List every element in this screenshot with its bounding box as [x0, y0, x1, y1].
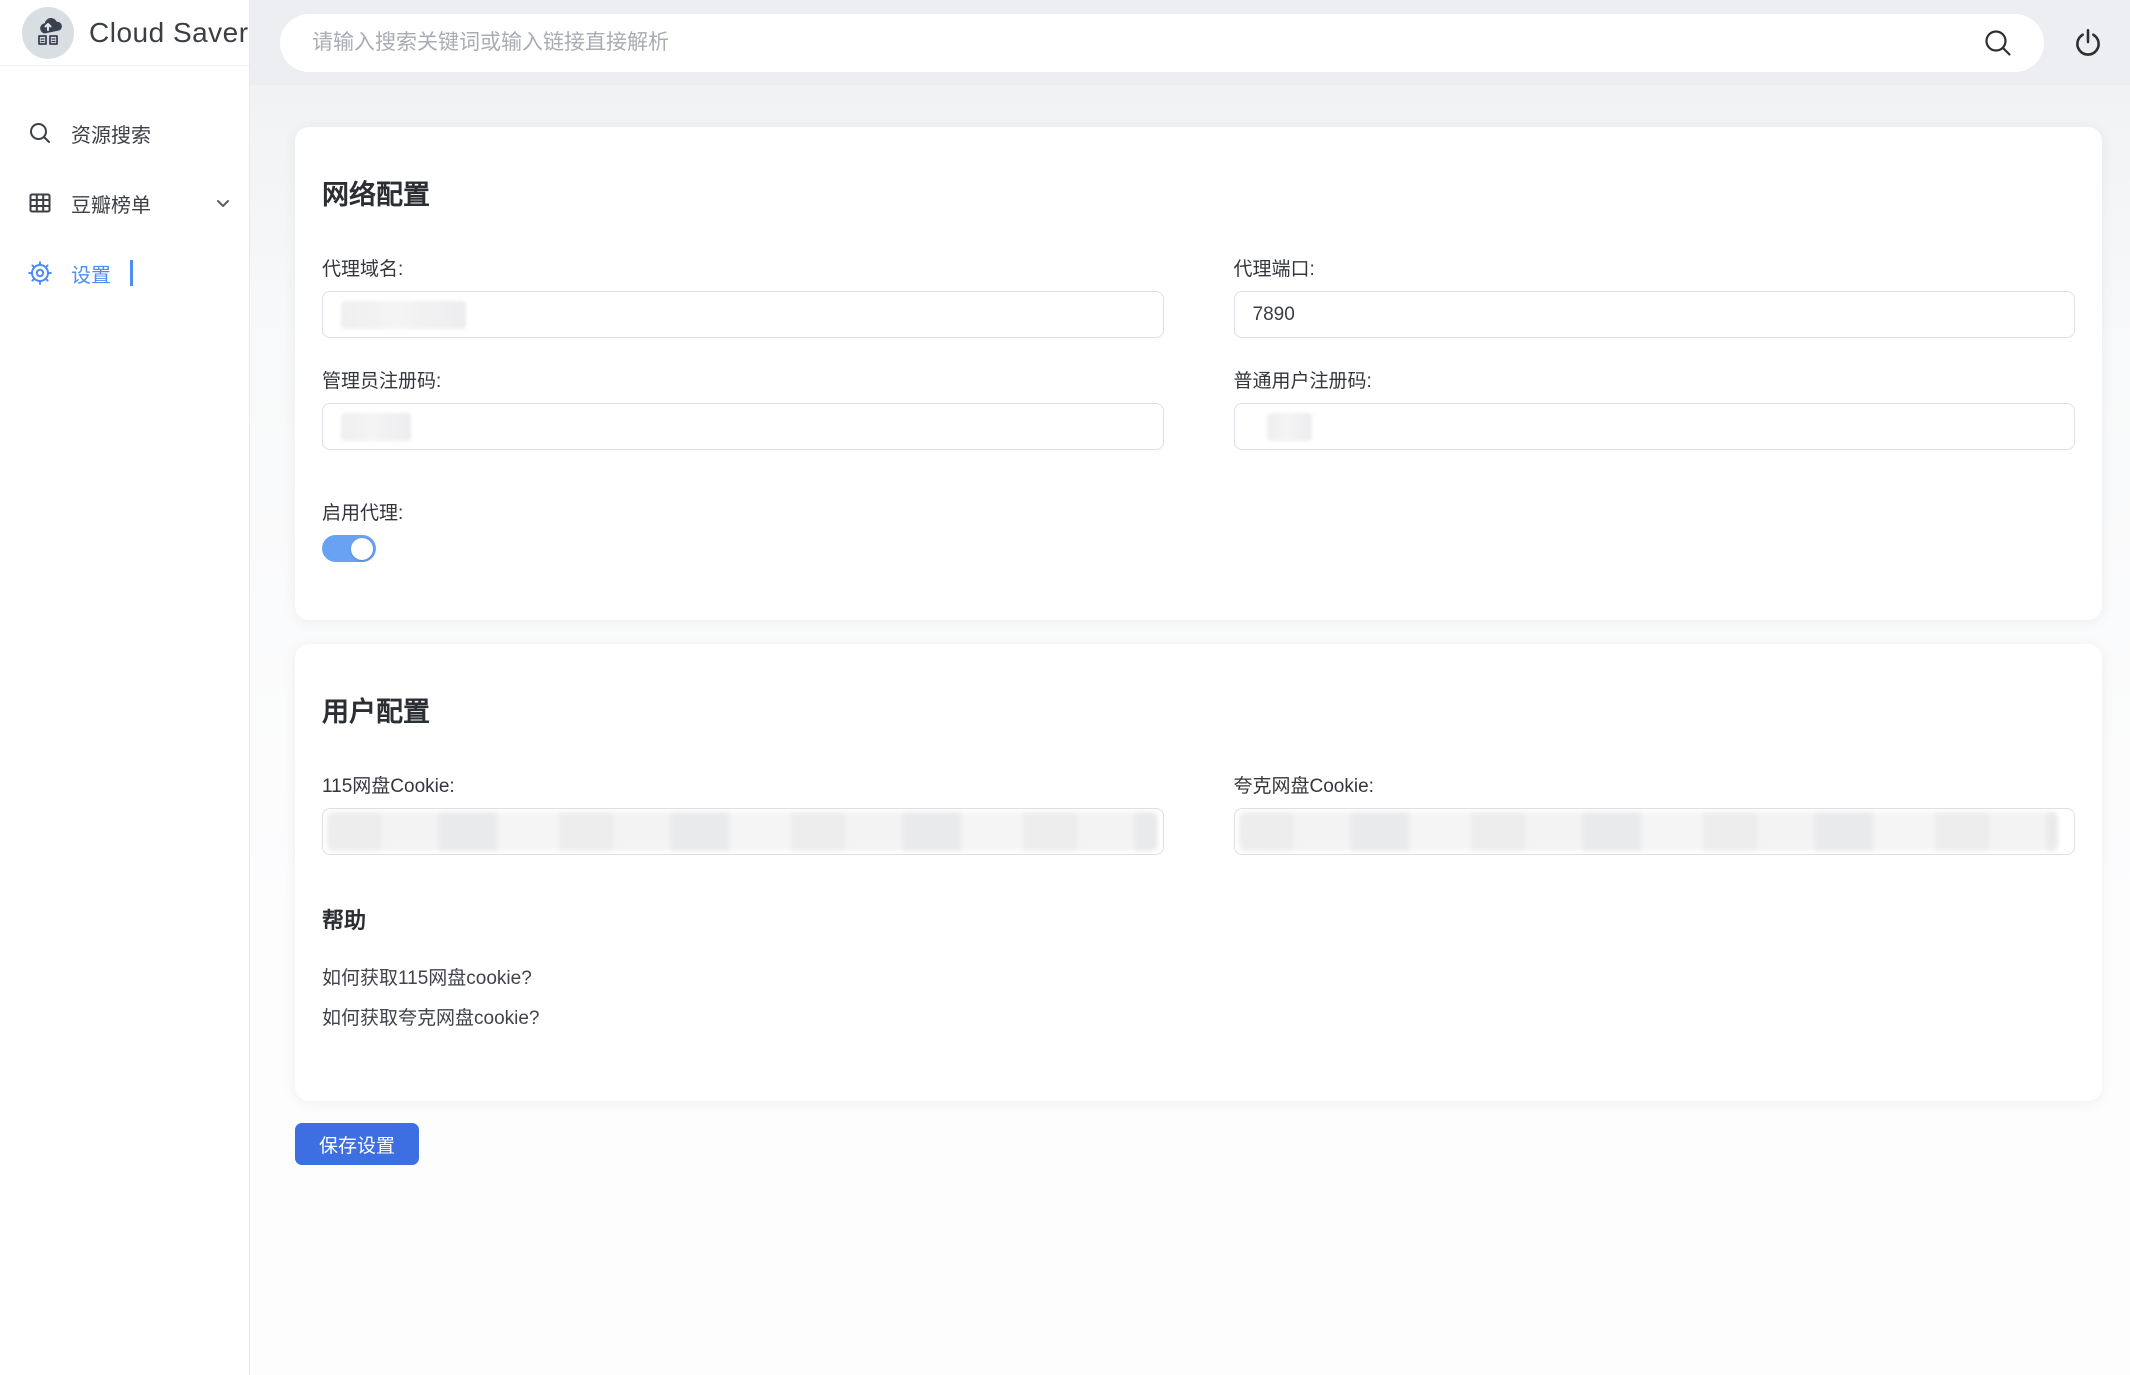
- cloud-saver-logo-icon: [22, 7, 74, 59]
- sidebar: Cloud Saver 资源搜索 豆瓣榜单: [0, 0, 250, 1375]
- proxy-domain-label: 代理域名:: [322, 254, 1164, 281]
- sidebar-item-label: 设置: [71, 259, 111, 288]
- masked-value: [1267, 413, 1312, 441]
- app-title: Cloud Saver: [89, 17, 249, 49]
- toggle-knob: [351, 538, 373, 560]
- admin-code-input[interactable]: [322, 403, 1164, 450]
- cookie-quark-label: 夸克网盘Cookie:: [1234, 771, 2076, 798]
- user-code-field: 普通用户注册码:: [1234, 366, 2076, 450]
- masked-value: [327, 812, 1158, 851]
- save-settings-button[interactable]: 保存设置: [295, 1123, 419, 1165]
- gear-icon: [27, 260, 53, 286]
- section-title-user: 用户配置: [322, 690, 2075, 729]
- help-title: 帮助: [322, 903, 2075, 935]
- masked-value: [1239, 812, 2059, 851]
- masked-value: [341, 413, 411, 441]
- cookie-quark-field: 夸克网盘Cookie:: [1234, 771, 2076, 855]
- enable-proxy-toggle[interactable]: [322, 535, 376, 562]
- cookie-115-input[interactable]: [322, 808, 1164, 855]
- help-link-115-cookie[interactable]: 如何获取115网盘cookie?: [322, 963, 532, 990]
- settings-page: 网络配置 代理域名: 代理端口: 管理员注册码:: [250, 85, 2130, 1375]
- cookie-quark-input[interactable]: [1234, 808, 2076, 855]
- proxy-port-input[interactable]: [1234, 291, 2076, 338]
- proxy-domain-input[interactable]: [322, 291, 1164, 338]
- main-area: 网络配置 代理域名: 代理端口: 管理员注册码:: [250, 0, 2130, 1375]
- grid-icon: [27, 190, 53, 216]
- sidebar-item-resource-search[interactable]: 资源搜索: [0, 98, 249, 168]
- admin-code-field: 管理员注册码:: [322, 366, 1164, 450]
- cookie-115-label: 115网盘Cookie:: [322, 771, 1164, 798]
- app-window: Cloud Saver 资源搜索 豆瓣榜单: [0, 0, 2130, 1375]
- user-code-label: 普通用户注册码:: [1234, 366, 2076, 393]
- topbar: [250, 0, 2130, 85]
- cookie-115-field: 115网盘Cookie:: [322, 771, 1164, 855]
- search-bar: [280, 14, 2044, 72]
- sidebar-item-douban-charts[interactable]: 豆瓣榜单: [0, 168, 249, 238]
- admin-code-label: 管理员注册码:: [322, 366, 1164, 393]
- user-config-card: 用户配置 115网盘Cookie: 夸克网盘Cookie:: [295, 644, 2102, 1101]
- help-link-quark-cookie[interactable]: 如何获取夸克网盘cookie?: [322, 1003, 540, 1030]
- sidebar-item-label: 资源搜索: [71, 119, 151, 148]
- section-title-network: 网络配置: [322, 173, 2075, 212]
- power-icon[interactable]: [2064, 19, 2112, 67]
- masked-value: [341, 301, 466, 329]
- search-icon[interactable]: [1974, 19, 2022, 67]
- enable-proxy-label: 启用代理:: [322, 498, 2075, 525]
- sidebar-item-label: 豆瓣榜单: [71, 189, 151, 218]
- proxy-port-label: 代理端口:: [1234, 254, 2076, 281]
- user-code-input[interactable]: [1234, 403, 2076, 450]
- search-input[interactable]: [312, 31, 1974, 55]
- sidebar-item-settings[interactable]: 设置: [0, 238, 249, 308]
- text-cursor: [130, 260, 133, 286]
- brand: Cloud Saver: [0, 0, 249, 66]
- enable-proxy-field: 启用代理:: [322, 498, 2075, 562]
- proxy-domain-field: 代理域名:: [322, 254, 1164, 338]
- proxy-port-field: 代理端口:: [1234, 254, 2076, 338]
- network-config-card: 网络配置 代理域名: 代理端口: 管理员注册码:: [295, 127, 2102, 620]
- search-icon: [27, 120, 53, 146]
- sidebar-menu: 资源搜索 豆瓣榜单: [0, 66, 249, 308]
- chevron-down-icon: [214, 194, 232, 212]
